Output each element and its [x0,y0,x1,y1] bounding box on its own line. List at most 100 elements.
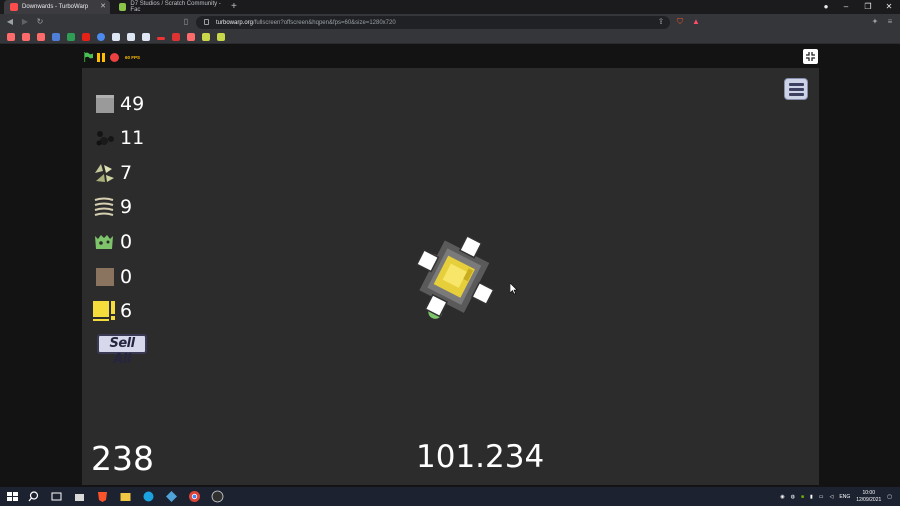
back-icon[interactable]: ◀ [4,16,16,28]
bookmark-icon[interactable] [187,33,195,41]
resource-row-alert: 6 [92,297,132,325]
chrome-icon[interactable] [188,490,201,503]
turbowarp-page: 60 FPS 49 11 7 9 0 0 6 Sell All 238 101.… [0,44,900,487]
resource-count: 11 [120,127,145,149]
resource-count: 6 [120,300,133,322]
tab-turbowarp[interactable]: Downwards - TurboWarp ✕ [4,0,110,14]
edge-icon[interactable] [142,490,155,503]
bookmark-icon[interactable] [37,33,45,41]
brave-shields-icon[interactable]: ⛉ [674,16,686,28]
tray-icon[interactable]: ◍ [791,494,795,500]
resource-count: 49 [120,93,145,115]
volume-icon[interactable]: ◁ [830,494,834,500]
mouse-cursor-icon [510,283,518,295]
slime-icon [95,235,113,249]
score-counter: 238 [91,439,154,478]
extensions-icon[interactable]: ✦ [869,16,881,28]
profile-icon[interactable]: ● [815,0,837,14]
game-stage[interactable]: 49 11 7 9 0 0 6 Sell All 238 101.234 [82,68,819,485]
fiber-icon [94,197,114,216]
task-view-icon[interactable] [50,490,63,503]
close-tab-icon[interactable]: ✕ [100,2,106,10]
bookmarks-bar [0,31,900,44]
youtube-bookmark-icon[interactable] [82,33,90,41]
player-ship [415,235,495,319]
exit-fullscreen-icon[interactable] [803,49,818,64]
bookmark-icon[interactable]: ▯ [180,16,192,28]
obs-icon[interactable] [211,490,224,503]
store-icon[interactable] [73,490,86,503]
stone-icon [96,95,114,113]
new-tab-button[interactable]: + [231,1,237,12]
resource-row-stone: 49 [92,90,144,118]
resource-row-crystal: 7 [92,159,132,187]
tab-title: D7 Studios / Scratch Community - Fac [130,1,221,13]
sell-all-button[interactable]: Sell All [97,334,147,367]
url-path: /fullscreen?offscreen&hqpen&fps=60&size=… [253,19,396,26]
lock-icon [204,19,209,25]
network-icon[interactable]: ▭ [819,494,824,500]
share-icon[interactable]: ⇪ [655,16,667,28]
app-icon[interactable] [165,490,178,503]
language-indicator[interactable]: ENG [839,494,850,500]
clock[interactable]: 10:00 12/09/2021 [856,490,881,504]
address-bar[interactable]: turbowarp.org /fullscreen?offscreen&hqpe… [196,16,670,29]
stop-icon[interactable] [110,52,119,62]
bookmark-icon[interactable] [142,33,150,41]
resource-row-coal: 11 [92,124,144,152]
dirt-icon [96,268,114,286]
bookmark-icon[interactable] [202,33,210,41]
green-flag-icon[interactable] [83,52,93,62]
windows-start-icon[interactable] [6,490,19,503]
depth-counter: 101.234 [416,439,545,475]
resource-count: 0 [120,231,133,253]
resource-count: 7 [120,162,133,184]
resource-row-slime: 0 [92,228,132,256]
fps-counter: 60 FPS [125,54,141,60]
clock-date: 12/09/2021 [856,496,882,503]
maximize-button[interactable]: ❐ [857,0,879,14]
bookmark-icon[interactable] [112,33,120,41]
tab-title: Downwards - TurboWarp [22,4,89,10]
crystal-icon [95,164,114,182]
url-host: turbowarp.org [216,19,254,26]
minimize-button[interactable]: – [835,0,857,14]
notifications-icon[interactable]: ▢ [887,494,892,500]
bookmark-icon[interactable] [157,37,165,40]
resource-row-dirt: 0 [92,263,132,291]
bookmark-icon[interactable] [22,33,30,41]
browser-toolbar: ◀ ▶ ↻ ▯ turbowarp.org /fullscreen?offscr… [0,14,900,31]
bookmark-icon[interactable] [67,33,75,41]
close-window-button[interactable]: ✕ [878,0,900,14]
resource-row-fiber: 9 [92,193,132,221]
tab-scratch-community[interactable]: D7 Studios / Scratch Community - Fac [113,0,225,14]
forward-icon[interactable]: ▶ [19,16,31,28]
microphone-icon[interactable]: ▮ [810,494,813,500]
reload-icon[interactable]: ↻ [34,16,46,28]
bookmark-icon[interactable] [127,33,135,41]
brave-icon[interactable] [96,490,109,503]
search-icon[interactable] [27,490,40,503]
d7-favicon-icon [119,3,127,11]
file-explorer-icon[interactable] [119,490,132,503]
bookmark-icon[interactable] [172,33,180,41]
resource-count: 9 [120,196,133,218]
hamburger-menu-button[interactable] [784,78,808,100]
alert-block-icon [93,301,115,321]
windows-taskbar: ◉ ◍ ■ ▮ ▭ ◁ ENG 10:00 12/09/2021 ▢ [0,487,900,506]
clock-time: 10:00 [862,489,875,496]
menu-icon[interactable]: ≡ [884,16,896,28]
coal-icon [96,131,114,146]
turbowarp-favicon-icon [10,3,18,11]
bookmark-icon[interactable] [217,33,225,41]
system-tray: ◉ ◍ ■ ▮ ▭ ◁ ENG 10:00 12/09/2021 ▢ [780,487,892,506]
steam-icon[interactable]: ◉ [780,494,784,500]
pause-icon[interactable] [97,52,106,62]
nvidia-icon[interactable]: ■ [801,494,804,500]
bookmark-icon[interactable] [97,33,105,41]
bookmark-icon[interactable] [52,33,60,41]
player-controls: 60 FPS [83,51,140,63]
bookmark-icon[interactable] [7,33,15,41]
brave-rewards-icon[interactable]: ▲ [690,16,702,28]
browser-tab-strip: Downwards - TurboWarp ✕ D7 Studios / Scr… [0,0,900,14]
